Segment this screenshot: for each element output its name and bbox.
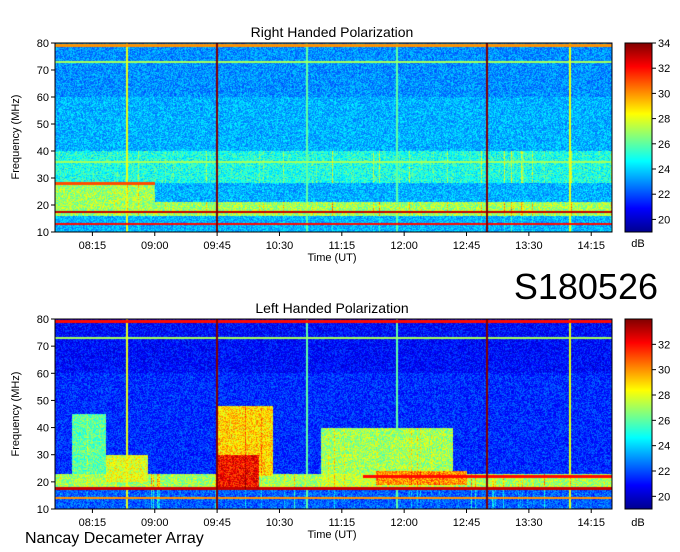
top-panel-title: Right Handed Polarization bbox=[251, 24, 414, 40]
y-tick-label: 50 bbox=[37, 395, 49, 407]
colorbar-tick-label: 26 bbox=[658, 139, 670, 151]
colorbar-tick-label: 34 bbox=[658, 38, 670, 50]
bottom-colorbar bbox=[624, 318, 653, 510]
y-tick-label: 10 bbox=[37, 227, 49, 239]
colorbar-tick-label: 24 bbox=[658, 164, 670, 176]
x-tick-label: 11:15 bbox=[328, 517, 355, 529]
top-colorbar-ticks: 20 22 24 26 28 30 32 34 bbox=[652, 38, 670, 226]
y-tick-label: 80 bbox=[37, 314, 49, 326]
colorbar-tick-label: 24 bbox=[658, 441, 670, 453]
bottom-colorbar-ticks: 20 22 24 26 28 30 32 bbox=[652, 339, 670, 503]
observation-id: S180526 bbox=[514, 266, 658, 307]
colorbar-tick-label: 32 bbox=[658, 339, 670, 351]
colorbar-tick-label: 20 bbox=[658, 214, 670, 226]
x-tick-label: 14:15 bbox=[577, 517, 605, 529]
x-tick-label: 09:00 bbox=[141, 517, 169, 529]
y-tick-label: 30 bbox=[37, 450, 49, 462]
top-xlabel: Time (UT) bbox=[307, 252, 356, 264]
x-tick-label: 14:15 bbox=[577, 240, 605, 252]
x-tick-label: 12:00 bbox=[390, 517, 418, 529]
x-tick-label: 10:30 bbox=[266, 517, 294, 529]
x-tick-label: 10:30 bbox=[266, 240, 294, 252]
y-tick-label: 10 bbox=[37, 504, 49, 516]
bottom-spectrogram-image bbox=[55, 319, 612, 509]
x-tick-label: 09:00 bbox=[141, 240, 169, 252]
colorbar-tick-label: 30 bbox=[658, 88, 670, 100]
colorbar-tick-label: 32 bbox=[658, 63, 670, 75]
x-tick-label: 12:00 bbox=[390, 240, 418, 252]
top-colorbar-label: dB bbox=[631, 238, 644, 250]
top-spectrogram-image bbox=[55, 43, 612, 232]
bottom-colorbar-label: dB bbox=[631, 517, 644, 529]
x-tick-label: 08:15 bbox=[79, 240, 107, 252]
colorbar-tick-label: 26 bbox=[658, 415, 670, 427]
bottom-ylabel: Frequency (MHz) bbox=[10, 372, 22, 457]
instrument-footer: Nancay Decameter Array bbox=[25, 530, 204, 547]
y-tick-label: 40 bbox=[37, 423, 49, 435]
colorbar-tick-label: 28 bbox=[658, 390, 670, 402]
y-tick-label: 70 bbox=[37, 341, 49, 353]
y-tick-label: 60 bbox=[37, 92, 49, 104]
x-tick-label: 13:30 bbox=[515, 517, 543, 529]
x-tick-label: 09:45 bbox=[203, 240, 231, 252]
colorbar-tick-label: 28 bbox=[658, 114, 670, 126]
y-tick-label: 20 bbox=[37, 477, 49, 489]
x-tick-label: 12:45 bbox=[453, 240, 481, 252]
top-ylabel: Frequency (MHz) bbox=[10, 95, 22, 180]
y-tick-label: 70 bbox=[37, 65, 49, 77]
x-tick-label: 11:15 bbox=[328, 240, 355, 252]
colorbar-tick-label: 30 bbox=[658, 365, 670, 377]
colorbar-tick-label: 22 bbox=[658, 189, 670, 201]
colorbar-tick-label: 20 bbox=[658, 491, 670, 503]
top-colorbar bbox=[624, 42, 653, 233]
y-tick-label: 30 bbox=[37, 173, 49, 185]
y-tick-label: 40 bbox=[37, 146, 49, 158]
y-tick-label: 20 bbox=[37, 200, 49, 212]
y-tick-label: 50 bbox=[37, 119, 49, 131]
y-tick-label: 80 bbox=[37, 38, 49, 50]
x-tick-label: 08:15 bbox=[79, 517, 107, 529]
bottom-xlabel: Time (UT) bbox=[307, 529, 356, 541]
spectrogram-figure: Right Handed Polarization 10 20 30 40 50 60 70… bbox=[10, 24, 670, 547]
y-tick-label: 60 bbox=[37, 368, 49, 380]
x-tick-label: 13:30 bbox=[515, 240, 543, 252]
colorbar-tick-label: 22 bbox=[658, 466, 670, 478]
x-tick-label: 09:45 bbox=[203, 517, 231, 529]
bottom-panel-title: Left Handed Polarization bbox=[255, 300, 408, 316]
x-tick-label: 12:45 bbox=[453, 517, 481, 529]
